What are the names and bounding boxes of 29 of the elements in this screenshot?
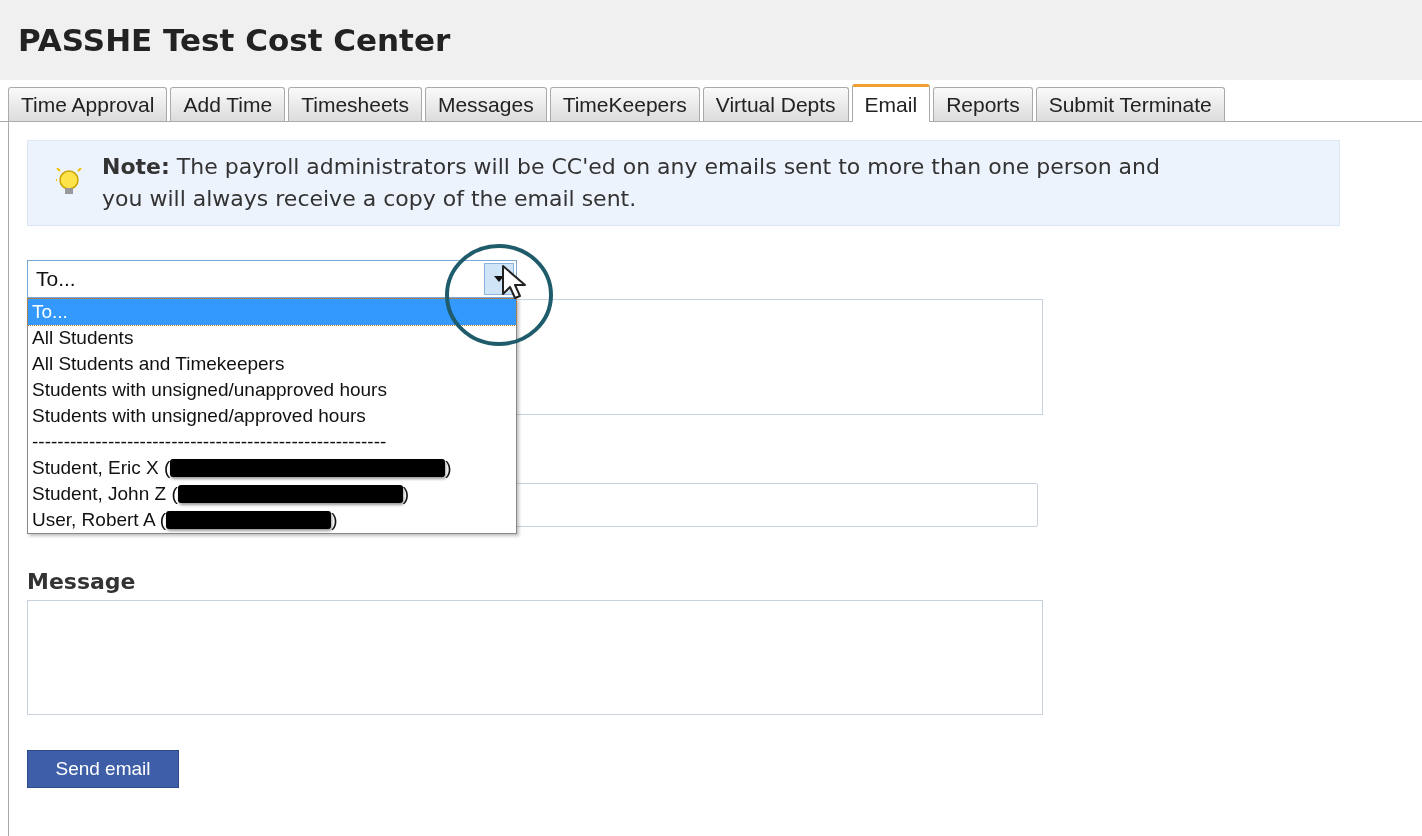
dropdown-option[interactable]: Student, Eric X ( ): [28, 455, 516, 481]
dropdown-option[interactable]: User, Robert A ( ): [28, 507, 516, 533]
closing-parenthesis: ): [402, 481, 410, 506]
tab[interactable]: TimeKeepers: [549, 87, 700, 121]
dropdown-option[interactable]: All Students and Timekeepers: [28, 351, 516, 377]
tab[interactable]: Messages: [424, 87, 547, 121]
dropdown-option[interactable]: Student, John Z ( ): [28, 481, 516, 507]
separator-option: --------------------------------------------------------: [28, 429, 516, 455]
contact-name: Student, John Z (: [32, 481, 178, 506]
closing-parenthesis: ): [445, 455, 452, 480]
tab[interactable]: Time Approval: [8, 87, 168, 121]
contact-name: User, Robert A (: [32, 507, 167, 532]
contact-name: Student, Eric X (: [32, 455, 171, 480]
message-label: Message: [27, 568, 137, 596]
tab[interactable]: Submit Terminate: [1035, 87, 1225, 121]
tab[interactable]: Add Time: [170, 87, 286, 121]
tab[interactable]: Reports: [933, 87, 1033, 121]
dropdown-option[interactable]: Students with unsigned/approved hours: [28, 403, 516, 429]
recipient-select[interactable]: To...: [27, 260, 517, 298]
closing-parenthesis: ): [331, 507, 338, 532]
dropdown-option[interactable]: Students with unsigned/unapproved hours: [28, 377, 516, 403]
note-text: Note: The payroll administrators will be CC'ed on any emails sent to more than one person and you will always receive a copy of the email sent.: [102, 153, 1161, 213]
dropdown-option[interactable]: All Students: [28, 325, 516, 351]
page-title: PASSHE Test Cost Center: [18, 20, 451, 60]
send-email-button[interactable]: Send email: [27, 750, 179, 788]
tab[interactable]: Email: [851, 84, 931, 122]
tab[interactable]: Timesheets: [288, 87, 422, 121]
caret-icon: [494, 276, 504, 282]
tab[interactable]: Virtual Depts: [702, 87, 849, 121]
